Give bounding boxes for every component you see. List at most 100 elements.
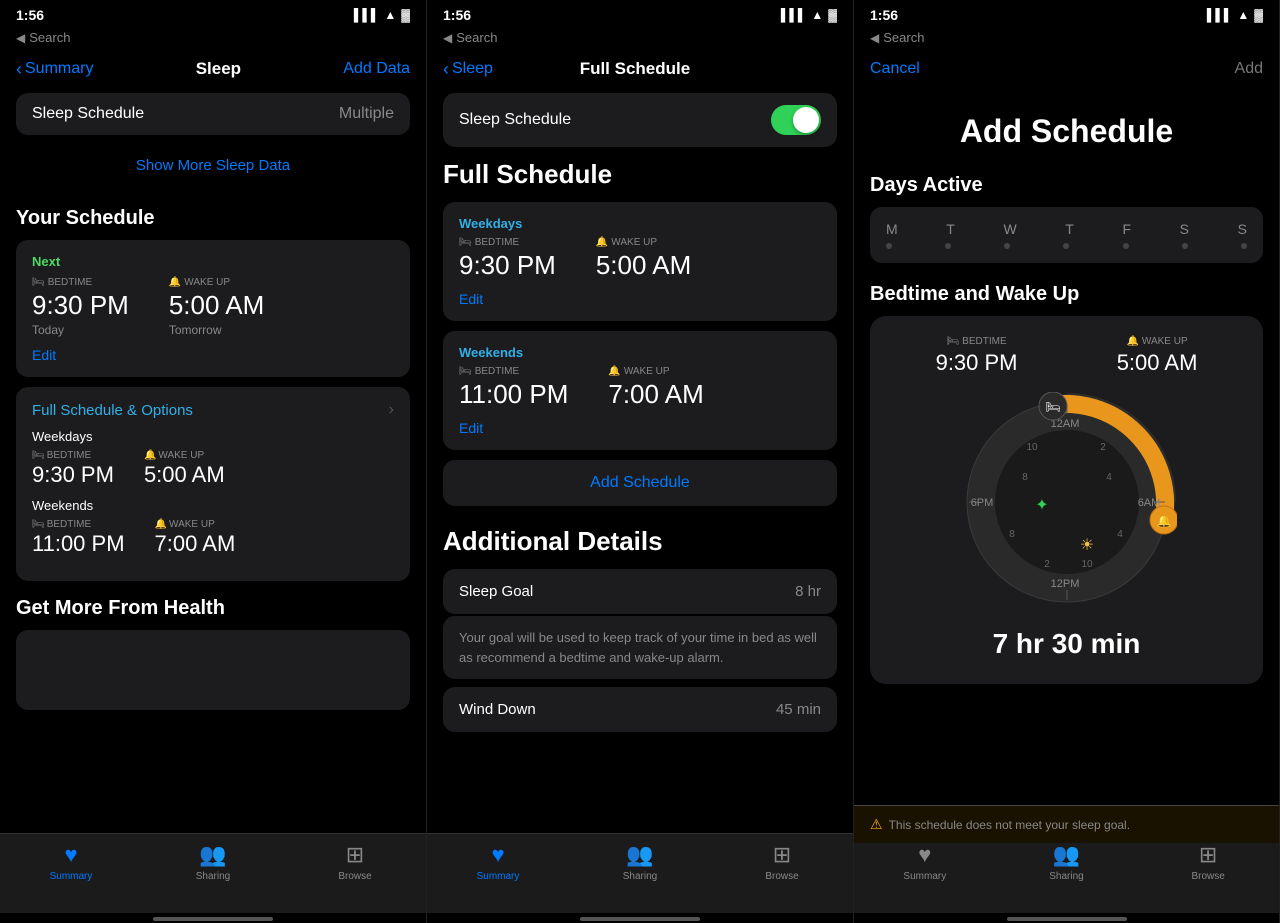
battery-icon-1: ▓ <box>401 8 410 22</box>
wind-down-row[interactable]: Wind Down 45 min <box>443 687 837 732</box>
options-title[interactable]: Full Schedule & Options › <box>32 401 394 419</box>
weekends-bedtime-val-2: 11:00 PM <box>459 379 568 410</box>
edit-link-next[interactable]: Edit <box>32 347 394 363</box>
back-arrow-search-3[interactable]: ◀ <box>870 31 879 45</box>
weekends-bedtime-val-1: 11:00 PM <box>32 531 125 557</box>
tab-bar-2: ♥ Summary 👥 Sharing ⊞ Browse <box>427 833 853 913</box>
options-title-label: Full Schedule & Options <box>32 402 193 419</box>
bedtime-label-next: 🛏 BEDTIME <box>32 277 129 288</box>
wake-icon-next: 🔔 <box>169 277 181 288</box>
svg-text:🔔: 🔔 <box>1156 514 1171 528</box>
sleep-clock-svg[interactable]: 12AM 12PM 6PM 6AM 10 2 4 8 2 10 8 4 🛏 <box>957 392 1177 612</box>
tab-summary-1[interactable]: ♥ Summary <box>41 842 101 889</box>
nav-back-1[interactable]: ‹ Summary <box>16 59 93 80</box>
tab-sharing-2[interactable]: 👥 Sharing <box>610 842 670 889</box>
tab-sharing-icon-3: 👥 <box>1053 842 1080 868</box>
clock-bed-icon: 🛏 <box>946 336 959 347</box>
status-bar-3: 1:56 ▌▌▌ ▲ ▓ <box>854 0 1279 28</box>
full-schedule-options[interactable]: Full Schedule & Options › Weekdays 🛏 BED… <box>16 387 410 581</box>
back-arrow-search-2[interactable]: ◀ <box>443 31 452 45</box>
next-label: Next <box>32 254 394 269</box>
weekends-bedtime-label-2: 🛏 BEDTIME <box>459 366 568 377</box>
weekends-wake-block-2: 🔔 WAKE UP 7:00 AM <box>608 366 703 410</box>
tab-bar-1: ♥ Summary 👥 Sharing ⊞ Browse <box>0 833 426 913</box>
sleep-schedule-value-1: Multiple <box>339 105 394 123</box>
tab-summary-3[interactable]: ♥ Summary <box>895 842 955 889</box>
tab-browse-1[interactable]: ⊞ Browse <box>325 842 385 889</box>
nav-back-2[interactable]: ‹ Sleep <box>443 59 493 80</box>
wifi-icon-1: ▲ <box>384 8 396 22</box>
tab-summary-icon-3: ♥ <box>918 842 931 868</box>
tab-sharing-3[interactable]: 👥 Sharing <box>1036 842 1096 889</box>
get-more-section: Get More From Health <box>16 597 410 710</box>
svg-text:6PM: 6PM <box>970 497 993 509</box>
tab-sharing-1[interactable]: 👥 Sharing <box>183 842 243 889</box>
sleep-schedule-toggle-row[interactable]: Sleep Schedule <box>443 93 837 147</box>
add-schedule-btn[interactable]: Add Schedule <box>443 460 837 506</box>
day-F: F <box>1122 221 1131 237</box>
nav-back-label-1: Summary <box>25 60 93 78</box>
sleep-schedule-toggle[interactable] <box>771 105 821 135</box>
bed-icon-wd1: 🛏 <box>32 450 45 461</box>
search-bar-3[interactable]: ◀ Search <box>854 28 1279 49</box>
tab-browse-3[interactable]: ⊞ Browse <box>1178 842 1238 889</box>
search-bar-2[interactable]: ◀ Search <box>427 28 853 49</box>
tab-browse-label-1: Browse <box>338 871 371 882</box>
scroll-area-2: Sleep Schedule Full Schedule Weekdays 🛏 … <box>427 93 853 833</box>
edit-weekdays[interactable]: Edit <box>459 291 821 307</box>
tab-sharing-label-3: Sharing <box>1049 871 1083 882</box>
svg-text:✦: ✦ <box>1035 497 1048 514</box>
weekends-wake-1: 🔔 WAKE UP 7:00 AM <box>155 519 236 557</box>
weekends-bedtime-1: 🛏 BEDTIME 11:00 PM <box>32 519 125 557</box>
nav-title-1: Sleep <box>196 59 241 79</box>
wind-down-value: 45 min <box>776 701 821 718</box>
dot-S2 <box>1241 243 1247 249</box>
next-schedule-card[interactable]: Next 🛏 BEDTIME 9:30 PM Today 🔔 WAKE UP 5… <box>16 240 410 377</box>
svg-text:10: 10 <box>1026 442 1038 453</box>
wake-icon-wd2: 🔔 <box>596 237 608 248</box>
svg-text:2: 2 <box>1100 442 1106 453</box>
sleep-goal-row[interactable]: Sleep Goal 8 hr <box>443 569 837 614</box>
sleep-goal-label: Sleep Goal <box>459 583 533 600</box>
chevron-right-icon: › <box>389 401 394 419</box>
days-grid-card[interactable]: M T W T F S S <box>870 207 1263 263</box>
weekdays-times-1: 🛏 BEDTIME 9:30 PM 🔔 WAKE UP 5:00 AM <box>32 450 394 488</box>
sleep-schedule-row-1[interactable]: Sleep Schedule Multiple <box>16 93 410 135</box>
dot-W <box>1004 243 1010 249</box>
weekends-bedtime-block-2: 🛏 BEDTIME 11:00 PM <box>459 366 568 410</box>
tab-browse-icon-2: ⊞ <box>773 842 791 868</box>
weekdays-wake-val-1: 5:00 AM <box>144 462 225 488</box>
wake-time-next: 5:00 AM <box>169 290 264 321</box>
weekends-times-row-2: 🛏 BEDTIME 11:00 PM 🔔 WAKE UP 7:00 AM <box>459 366 821 410</box>
day-S1: S <box>1180 221 1189 237</box>
edit-weekends[interactable]: Edit <box>459 420 821 436</box>
sleep-schedule-label-2: Sleep Schedule <box>459 111 571 129</box>
weekdays-card-2[interactable]: Weekdays 🛏 BEDTIME 9:30 PM 🔔 WAKE UP 5:0… <box>443 202 837 321</box>
weekends-card-2[interactable]: Weekends 🛏 BEDTIME 11:00 PM 🔔 WAKE UP 7:… <box>443 331 837 450</box>
cancel-button[interactable]: Cancel <box>870 60 920 78</box>
add-button[interactable]: Add <box>1235 60 1263 78</box>
back-arrow-search-1[interactable]: ◀ <box>16 31 25 45</box>
weekends-wake-val-1: 7:00 AM <box>155 531 236 557</box>
clock-card[interactable]: 🛏 BEDTIME 9:30 PM 🔔 WAKE UP 5:00 AM <box>870 316 1263 684</box>
times-row-next: 🛏 BEDTIME 9:30 PM Today 🔔 WAKE UP 5:00 A… <box>32 277 394 337</box>
tab-browse-2[interactable]: ⊞ Browse <box>752 842 812 889</box>
tab-bar-3: ♥ Summary 👥 Sharing ⊞ Browse <box>854 833 1279 913</box>
wake-icon-we2: 🔔 <box>608 366 620 377</box>
svg-text:10: 10 <box>1081 559 1093 570</box>
promo-card[interactable] <box>16 630 410 710</box>
clock-wake-label: 🔔 WAKE UP <box>1117 336 1198 347</box>
show-more-link[interactable]: Show More Sleep Data <box>136 157 290 174</box>
wind-down-inner: Wind Down 45 min <box>459 701 821 718</box>
weekdays-bedtime-block-2: 🛏 BEDTIME 9:30 PM <box>459 237 556 281</box>
weekdays-label-1: Weekdays <box>32 429 394 444</box>
nav-action-1[interactable]: Add Data <box>343 60 410 78</box>
day-T2: T <box>1065 221 1074 237</box>
panel-full-schedule: 1:56 ▌▌▌ ▲ ▓ ◀ Search ‹ Sleep Full Sched… <box>427 0 854 923</box>
days-dots <box>886 243 1247 249</box>
tab-summary-2[interactable]: ♥ Summary <box>468 842 528 889</box>
search-bar-1[interactable]: ◀ Search <box>0 28 426 49</box>
weekdays-bedtime-1: 🛏 BEDTIME 9:30 PM <box>32 450 114 488</box>
weekends-wake-label-2: 🔔 WAKE UP <box>608 366 703 377</box>
bedtime-icon-next: 🛏 <box>32 277 45 288</box>
